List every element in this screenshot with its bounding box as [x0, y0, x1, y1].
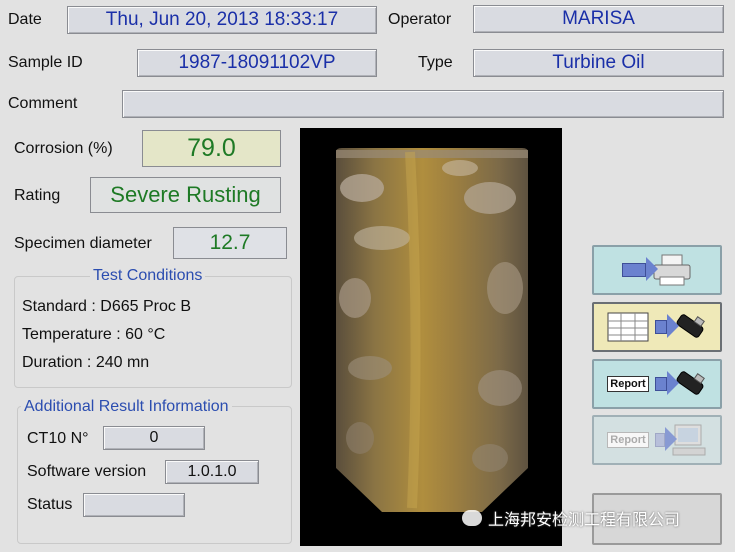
- corrosion-value: 79.0: [142, 130, 281, 167]
- type-label: Type: [418, 54, 453, 71]
- additional-info-title: Additional Result Information: [21, 398, 232, 416]
- spreadsheet-icon: [607, 312, 649, 342]
- operator-label: Operator: [388, 11, 452, 28]
- report-tag-disabled: Report: [607, 432, 649, 448]
- sample-id-label: Sample ID: [8, 54, 83, 71]
- arrow-right-icon: [654, 427, 677, 451]
- arrow-right-icon: [622, 257, 658, 281]
- ct10-field: 0: [103, 426, 205, 450]
- rating-value: Severe Rusting: [90, 177, 281, 213]
- specimen-image: [336, 148, 528, 512]
- sample-id-field[interactable]: 1987-18091102VP: [137, 49, 377, 77]
- export-report-pc-button[interactable]: Report: [592, 415, 722, 465]
- status-field: [83, 493, 185, 517]
- status-label: Status: [27, 496, 73, 513]
- comment-field[interactable]: [122, 90, 724, 118]
- report-tag: Report: [607, 376, 649, 392]
- export-report-usb-button[interactable]: Report: [592, 359, 722, 409]
- diameter-label: Specimen diameter: [14, 235, 152, 252]
- comment-label: Comment: [8, 95, 78, 112]
- watermark-text: 上海邦安检测工程有限公司: [488, 512, 681, 529]
- duration-text: Duration : 240 mn: [22, 354, 150, 371]
- print-button[interactable]: [592, 245, 722, 295]
- type-field[interactable]: Turbine Oil: [473, 49, 724, 77]
- arrow-right-icon: [654, 371, 679, 395]
- temperature-text: Temperature : 60 °C: [22, 326, 166, 343]
- test-conditions-title: Test Conditions: [90, 267, 206, 285]
- date-field: Thu, Jun 20, 2013 18:33:17: [67, 6, 377, 34]
- wechat-icon: [462, 510, 482, 526]
- specimen-image-panel: [300, 128, 562, 546]
- standard-text: Standard : D665 Proc B: [22, 298, 191, 315]
- software-version-field: 1.0.1.0: [165, 460, 259, 484]
- date-label: Date: [8, 11, 42, 28]
- export-data-usb-button[interactable]: [592, 302, 722, 352]
- operator-field[interactable]: MARISA: [473, 5, 724, 33]
- printer-icon: [653, 254, 691, 286]
- watermark: 上海邦安检测工程有限公司: [462, 506, 680, 530]
- arrow-right-icon: [655, 314, 679, 338]
- corrosion-label: Corrosion (%): [14, 140, 113, 157]
- ct10-label: CT10 N°: [27, 430, 89, 447]
- software-version-label: Software version: [27, 463, 147, 480]
- rating-label: Rating: [14, 187, 61, 204]
- diameter-value: 12.7: [173, 227, 287, 259]
